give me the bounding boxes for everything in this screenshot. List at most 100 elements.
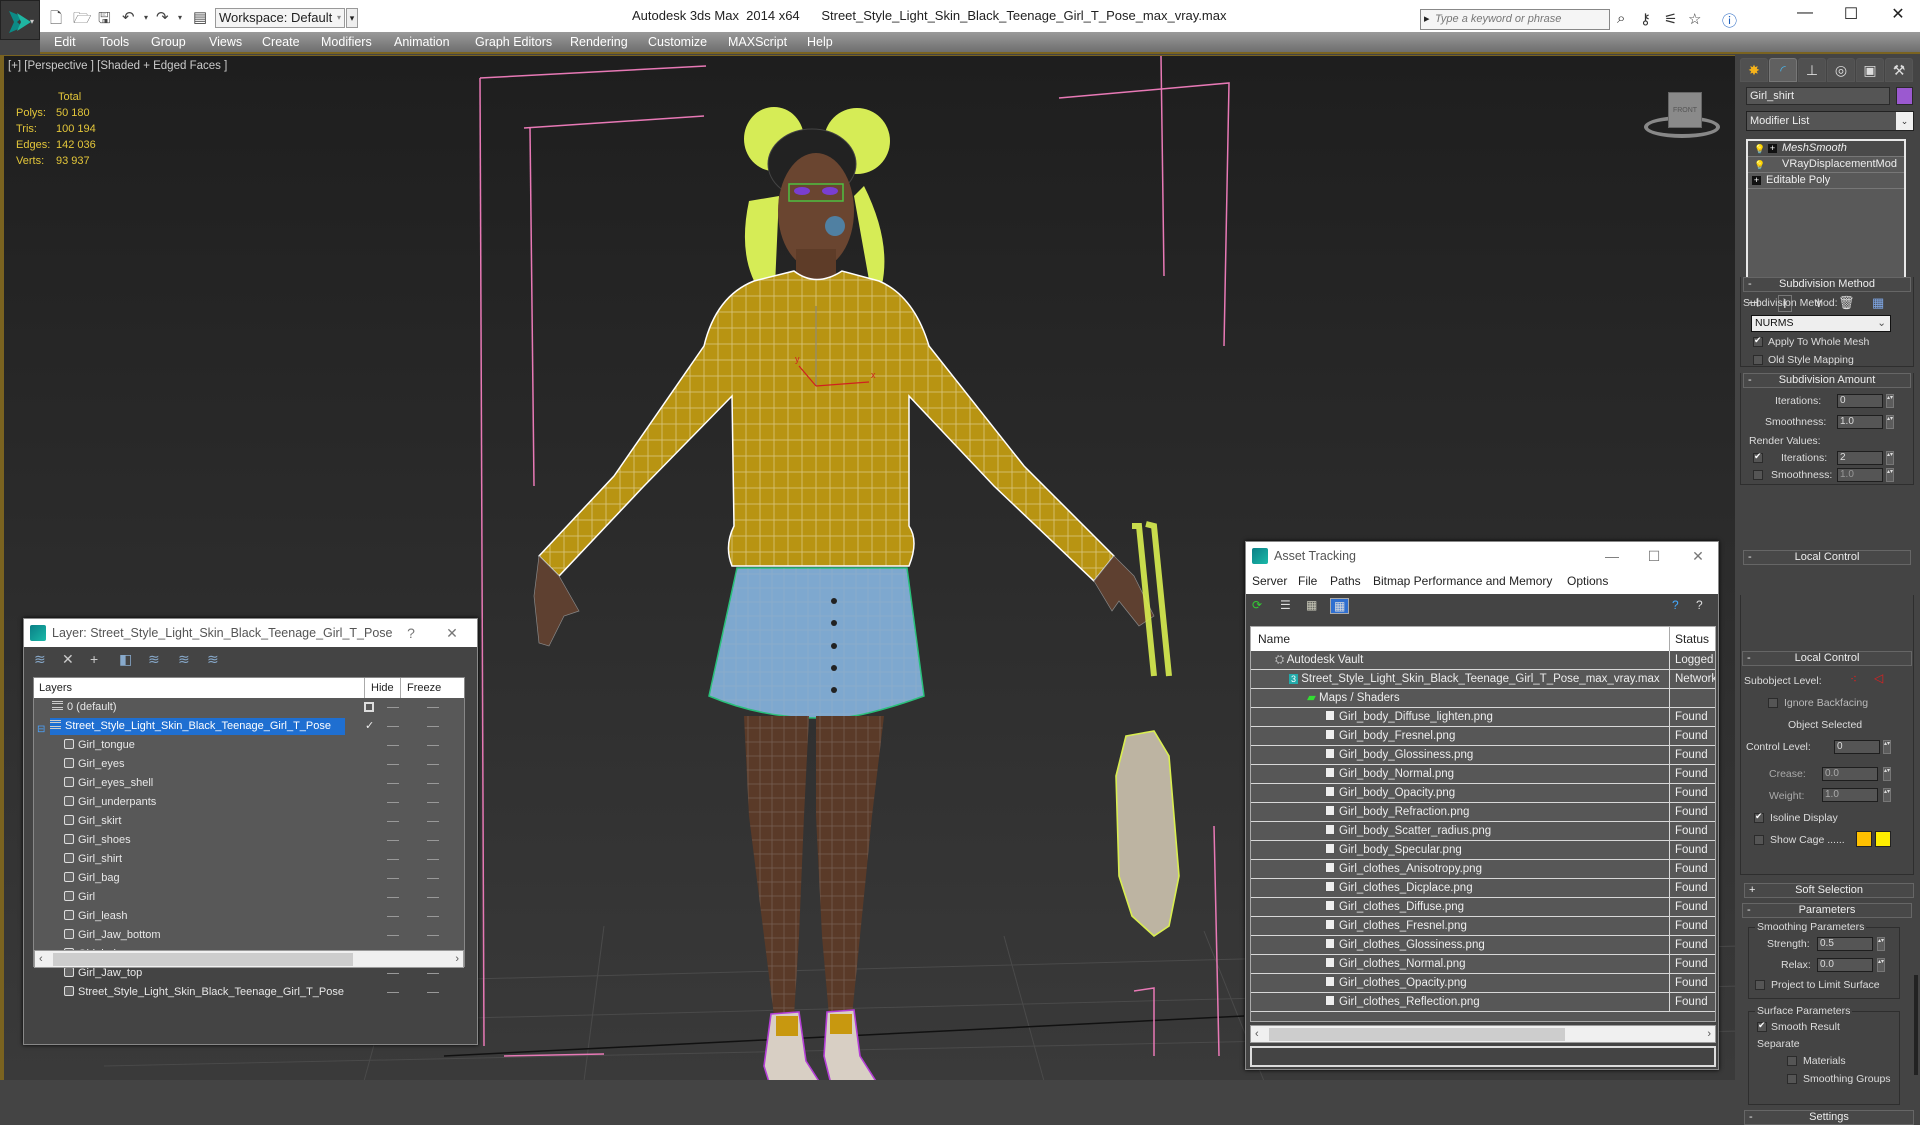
freeze-toggle[interactable] [427,802,439,803]
search-input[interactable]: Type a keyword or phrase [1420,9,1610,30]
redo-dropdown-icon[interactable]: ▾ [178,13,182,22]
layer-object-row[interactable]: Girl_skirt [34,812,464,831]
key-icon[interactable]: ⚷ [1640,10,1651,28]
current-layer-box[interactable] [364,702,374,712]
minimize-button[interactable]: — [1790,4,1820,22]
menu-server[interactable]: Server [1252,574,1287,588]
hide-toggle[interactable] [387,859,399,860]
layer-object-row[interactable]: Girl_eyes_shell [34,774,464,793]
hide-toggle[interactable] [387,973,399,974]
expand-icon[interactable]: + [1768,144,1777,153]
asset-file-row[interactable]: Girl_clothes_Glossiness.png Found [1251,936,1715,955]
viewport-label[interactable]: [+] [Perspective ] [Shaded + Edged Faces… [8,60,227,72]
layer-row-default[interactable]: 0 (default) [34,698,464,717]
asset-file-row[interactable]: Girl_clothes_Normal.png Found [1251,955,1715,974]
asset-file-row[interactable]: Girl_clothes_Diffuse.png Found [1251,898,1715,917]
modify-tab-icon[interactable]: ◜ [1769,58,1797,82]
layer-object-row[interactable]: Street_Style_Light_Skin_Black_Teenage_Gi… [34,983,464,1002]
ignore-backfacing-checkbox[interactable] [1768,698,1778,708]
asset-file-row[interactable]: Girl_body_Specular.png Found [1251,841,1715,860]
separate-materials-checkbox[interactable] [1787,1056,1797,1066]
weight-spinner[interactable]: 1.0 [1822,788,1878,802]
command-panel-scrollbar[interactable] [1914,975,1918,1075]
crease-spinner[interactable]: 0.0 [1822,767,1878,781]
menu-tools[interactable]: Tools [100,35,129,49]
rollout-header[interactable]: - Local Control [1742,651,1912,666]
isoline-display-checkbox[interactable] [1754,811,1764,823]
spinner-arrows[interactable]: ▴▾ [1886,394,1894,408]
strength-spinner[interactable]: 0.5 [1817,937,1873,951]
asset-dialog-titlebar[interactable]: Asset Tracking — ☐ ✕ [1246,542,1718,570]
active-layer-checkmark[interactable]: ✓ [365,717,374,736]
redo-icon[interactable]: ↷ [156,8,169,26]
list-view-icon[interactable]: ☰ [1280,598,1291,612]
hide-all-layers-icon[interactable]: ≋ [178,651,190,668]
highlight-selected-icon[interactable]: ≋ [148,651,160,668]
viewcube-front-face[interactable]: FRONT [1668,92,1702,128]
rollout-soft-selection[interactable]: + Soft Selection [1744,883,1914,898]
asset-row-vault[interactable]: ⛭ Autodesk Vault Logged O [1251,651,1715,670]
hide-toggle[interactable] [387,745,399,746]
menu-rendering[interactable]: Rendering [570,35,628,49]
stack-item-meshsmooth[interactable]: 💡 + MeshSmooth [1748,141,1904,157]
menu-help[interactable]: Help [807,35,833,49]
control-level-spinner[interactable]: 0 [1834,740,1880,754]
help-button[interactable]: ? [399,619,423,647]
menu-customize[interactable]: Customize [648,35,707,49]
layer-object-row[interactable]: Girl_Jaw_bottom [34,926,464,945]
hide-toggle[interactable] [387,821,399,822]
smooth-result-checkbox[interactable] [1757,1020,1767,1032]
column-layers[interactable]: Layers [39,678,72,698]
asset-file-row[interactable]: Girl_body_Opacity.png Found [1251,784,1715,803]
hide-toggle[interactable] [387,897,399,898]
open-file-icon[interactable]: 🗁 [73,8,92,33]
display-tab-icon[interactable]: ▣ [1856,58,1884,82]
layer-dialog-titlebar[interactable]: Layer: Street_Style_Light_Skin_Black_Tee… [24,619,477,647]
asset-file-row[interactable]: Girl_body_Scatter_radius.png Found [1251,822,1715,841]
spinner-arrows[interactable]: ▴▾ [1877,958,1885,972]
hide-toggle[interactable] [387,916,399,917]
delete-layer-icon[interactable]: ✕ [62,651,74,668]
maximize-button[interactable]: ☐ [1836,4,1866,24]
show-cage-checkbox[interactable] [1754,835,1764,845]
lightbulb-icon[interactable]: 💡 [1754,142,1765,157]
layer-object-row[interactable]: Girl_bag [34,869,464,888]
asset-path-field[interactable] [1250,1046,1716,1067]
scroll-left-icon[interactable]: ‹ [1255,1026,1259,1042]
asset-file-row[interactable]: Girl_body_Refraction.png Found [1251,803,1715,822]
menu-edit[interactable]: Edit [54,35,76,49]
whats-this-icon[interactable]: ? [1696,598,1703,612]
maximize-button[interactable]: ☐ [1642,542,1666,570]
undo-icon[interactable]: ↶ [122,8,135,26]
close-button[interactable]: ✕ [1686,542,1710,570]
cage-color-1-swatch[interactable] [1856,831,1872,847]
star-icon[interactable]: ☆ [1688,10,1701,28]
render-smoothness-spinner[interactable]: 1.0 [1837,468,1883,482]
menu-graph-editors[interactable]: Graph Editors [475,35,552,49]
freeze-toggle[interactable] [427,783,439,784]
hide-toggle[interactable] [387,992,399,993]
quick-access-customize-button[interactable]: ▾ [346,8,358,28]
lightbulb-icon[interactable]: 💡 [1754,158,1765,173]
menu-animation[interactable]: Animation [394,35,450,49]
asset-file-row[interactable]: Girl_clothes_Fresnel.png Found [1251,917,1715,936]
freeze-toggle[interactable] [427,992,439,993]
undo-dropdown-icon[interactable]: ▾ [144,13,148,22]
menu-views[interactable]: Views [209,35,242,49]
workspace-dropdown[interactable]: Workspace: Default ▾ [215,8,345,28]
menu-file[interactable]: File [1298,574,1317,588]
hide-toggle[interactable] [387,802,399,803]
freeze-all-layers-icon[interactable]: ≋ [207,651,219,668]
stack-item-vraydisplacement[interactable]: 💡 VRayDisplacementMod [1748,157,1904,173]
project-limit-surface-checkbox[interactable] [1755,980,1765,990]
render-smoothness-checkbox[interactable] [1753,470,1763,480]
freeze-toggle[interactable] [427,916,439,917]
help-topics-icon[interactable]: ? [1672,598,1679,612]
asset-file-row[interactable]: Girl_body_Glossiness.png Found [1251,746,1715,765]
layer-object-row[interactable]: Girl_underpants [34,793,464,812]
freeze-toggle[interactable] [427,897,439,898]
asset-horizontal-scrollbar[interactable]: ‹ › [1250,1025,1716,1043]
rollout-settings[interactable]: - Settings [1744,1110,1914,1125]
freeze-toggle[interactable] [427,935,439,936]
iterations-spinner[interactable]: 0 [1837,394,1883,408]
